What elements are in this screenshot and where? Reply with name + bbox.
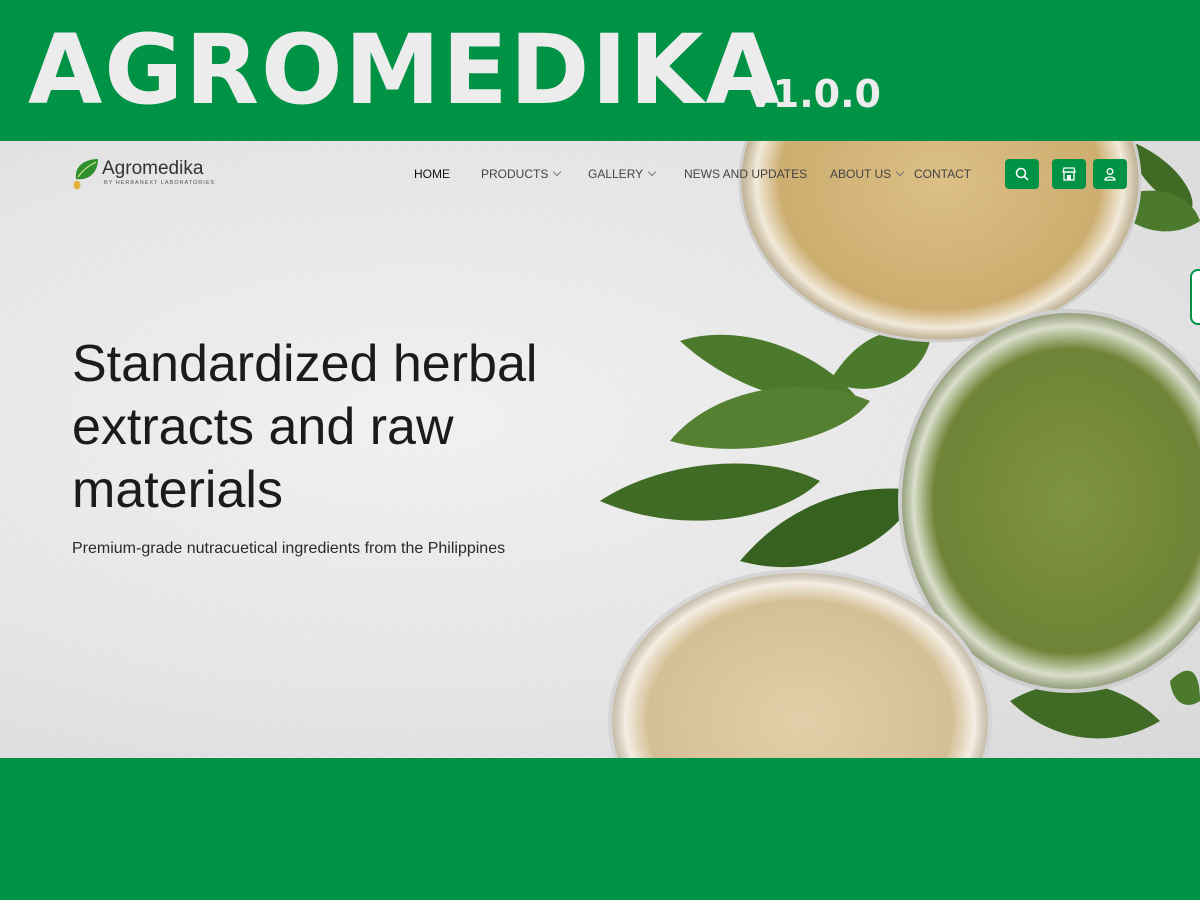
hero-title: Standardized herbal extracts and raw mat… — [72, 335, 538, 519]
nav-item-products[interactable]: PRODUCTS — [481, 167, 562, 181]
nav-label: NEWS AND UPDATES — [684, 167, 808, 181]
hero-subtitle: Premium-grade nutracuetical ingredients … — [72, 540, 506, 557]
nav-item-news[interactable]: NEWS AND UPDATES — [684, 167, 807, 181]
top-banner: AGROMEDIKA v1.0.0 — [0, 0, 1200, 141]
nav-item-contact[interactable]: CONTACT — [914, 167, 971, 181]
nav-item-gallery[interactable]: GALLERY — [588, 167, 657, 181]
logo-tagline: BY HERBANEXT LABORATORIES — [104, 180, 216, 186]
side-tab[interactable] — [1190, 269, 1200, 325]
nav-label: CONTACT — [914, 167, 972, 181]
website-screenshot: Agromedika BY HERBANEXT LABORATORIES HOM… — [0, 141, 1200, 758]
nav-item-about[interactable]: ABOUT US — [830, 167, 905, 181]
chevron-down-icon — [553, 167, 562, 177]
nav-item-home[interactable]: HOME — [414, 167, 450, 181]
banner-version: v1.0.0 — [748, 72, 881, 116]
search-icon — [1015, 167, 1029, 181]
user-icon — [1104, 168, 1116, 181]
banner-title: AGROMEDIKA — [28, 14, 782, 126]
logo-name: Agromedika — [102, 158, 204, 179]
account-button[interactable] — [1093, 159, 1127, 189]
leaf-logo-icon — [73, 159, 98, 190]
nav-label: ABOUT US — [830, 167, 892, 181]
site-logo[interactable]: Agromedika BY HERBANEXT LABORATORIES — [72, 157, 232, 193]
nav-label: GALLERY — [588, 167, 644, 181]
search-button[interactable] — [1005, 159, 1039, 189]
store-button[interactable] — [1052, 159, 1086, 189]
chevron-down-icon — [895, 167, 905, 177]
store-icon — [1062, 167, 1076, 181]
chevron-down-icon — [647, 167, 657, 177]
nav-label: HOME — [414, 167, 450, 181]
nav-label: PRODUCTS — [481, 167, 549, 181]
